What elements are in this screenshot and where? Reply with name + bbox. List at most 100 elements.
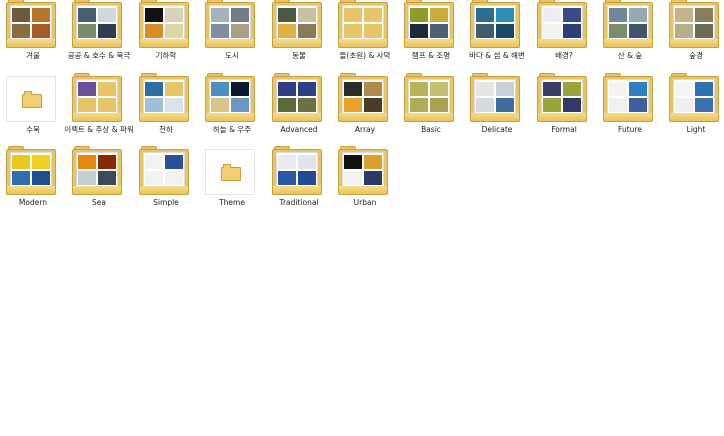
folder-front xyxy=(470,39,520,48)
folder-item[interactable]: Formal xyxy=(531,73,597,144)
thumbnail-image xyxy=(495,97,515,113)
folder-item[interactable]: 기하학 xyxy=(133,0,199,70)
folder-item[interactable]: 도시 xyxy=(199,0,265,70)
folder-item[interactable]: Traditional xyxy=(266,146,332,217)
thumbnail-image xyxy=(97,81,117,97)
folder-item[interactable]: Advanced xyxy=(266,73,332,144)
folder-thumbnail-icon xyxy=(404,73,454,122)
thumbnail-image xyxy=(297,97,317,113)
thumbnail-image xyxy=(409,7,429,23)
thumbnail-image xyxy=(343,23,363,39)
folder-label: Light xyxy=(686,125,706,134)
thumbnail-image xyxy=(277,170,297,186)
thumbnail-image xyxy=(97,23,117,39)
folder-item[interactable]: Modern xyxy=(0,146,66,217)
thumbnail-image xyxy=(343,81,363,97)
folder-item[interactable]: Light xyxy=(663,73,724,144)
thumbnail-image xyxy=(363,23,383,39)
thumbnail-image xyxy=(495,81,515,97)
folder-item[interactable]: 수묵 xyxy=(0,74,66,144)
thumbnail-image xyxy=(210,7,230,23)
thumbnail-image xyxy=(297,154,317,170)
thumbnail-image xyxy=(77,170,97,186)
thumbnail-image xyxy=(409,97,429,113)
folder-thumbnail-icon xyxy=(72,0,122,48)
thumbnail-image xyxy=(31,7,51,23)
folder-thumbnail-icon xyxy=(6,146,56,195)
thumbnail-image xyxy=(562,97,582,113)
thumbnail-image xyxy=(429,23,449,39)
thumbnail-image xyxy=(11,7,31,23)
thumbnail-image xyxy=(164,154,184,170)
folder-item[interactable]: 숲경 xyxy=(663,0,724,70)
folder-item[interactable]: 바다 & 섬 & 해변 xyxy=(464,0,530,70)
folder-item[interactable]: 들(초원) & 사막 xyxy=(332,0,398,70)
folder-item[interactable]: 배경? xyxy=(531,0,597,70)
folder-item[interactable]: 겨울 xyxy=(0,0,66,70)
thumbnail-image xyxy=(562,7,582,23)
folder-front xyxy=(139,39,189,48)
thumbnail-image xyxy=(363,170,383,186)
folder-thumbnail-icon xyxy=(470,73,520,122)
thumbnail-image xyxy=(144,81,164,97)
folder-item[interactable]: Basic xyxy=(398,73,464,144)
folder-front xyxy=(72,113,122,122)
thumbnail-image xyxy=(694,97,714,113)
folder-glyph xyxy=(221,164,241,181)
thumbnail-image xyxy=(628,23,648,39)
folder-thumbnail-icon xyxy=(338,0,388,48)
folder-front xyxy=(338,39,388,48)
thumbnail-image xyxy=(210,97,230,113)
folder-item[interactable]: Urban xyxy=(332,146,398,217)
folder-item[interactable]: Future xyxy=(597,73,663,144)
thumbnail-image xyxy=(11,154,31,170)
folder-icon xyxy=(205,149,255,195)
folder-thumbnail-icon xyxy=(139,0,189,48)
folder-front xyxy=(6,186,56,195)
folder-thumbnail-icon xyxy=(272,146,322,195)
thumbnail-image xyxy=(429,7,449,23)
folder-item[interactable]: 천하 xyxy=(133,73,199,144)
folder-label: 숲경 xyxy=(689,51,703,60)
thumbnail-image xyxy=(77,154,97,170)
thumbnail-image xyxy=(277,97,297,113)
folder-page xyxy=(6,76,56,122)
thumbnail-image xyxy=(230,7,250,23)
folder-item[interactable]: 공공 & 호수 & 북극 xyxy=(66,0,132,70)
thumbnail-image xyxy=(674,23,694,39)
thumbnail-image xyxy=(164,81,184,97)
folder-item[interactable]: Theme xyxy=(199,147,265,217)
folder-item[interactable]: 산 & 숲 xyxy=(597,0,663,70)
thumbnail-image xyxy=(343,170,363,186)
folder-item[interactable]: 동물 xyxy=(266,0,332,70)
folder-front xyxy=(470,113,520,122)
folder-item[interactable]: 램프 & 조명 xyxy=(398,0,464,70)
folder-thumbnail-icon xyxy=(404,0,454,48)
thumbnail-image xyxy=(628,97,648,113)
folder-item[interactable]: 이펙트 & 추상 & 파워 xyxy=(64,73,134,144)
folder-front xyxy=(272,113,322,122)
thumbnail-image xyxy=(144,23,164,39)
thumbnail-image xyxy=(542,23,562,39)
folder-item[interactable]: Delicate xyxy=(464,73,530,144)
thumbnail-image xyxy=(495,23,515,39)
folder-item[interactable]: Array xyxy=(332,73,398,144)
thumbnail-image xyxy=(409,23,429,39)
thumbnail-image xyxy=(97,170,117,186)
thumbnail-image xyxy=(144,170,164,186)
thumbnail-image xyxy=(164,7,184,23)
thumbnail-image xyxy=(429,81,449,97)
folder-item[interactable]: 하늘 & 우주 xyxy=(199,73,265,144)
thumbnail-image xyxy=(77,97,97,113)
thumbnail-image xyxy=(297,81,317,97)
thumbnail-image xyxy=(277,81,297,97)
folder-thumbnail-icon xyxy=(537,0,587,48)
folder-item[interactable]: Simple xyxy=(133,146,199,217)
thumbnail-image xyxy=(608,97,628,113)
folder-front xyxy=(669,39,719,48)
thumbnail-image xyxy=(277,7,297,23)
folder-thumbnail-icon xyxy=(338,146,388,195)
folder-item[interactable]: Sea xyxy=(66,146,132,217)
folder-front xyxy=(537,39,587,48)
thumbnail-image xyxy=(11,23,31,39)
